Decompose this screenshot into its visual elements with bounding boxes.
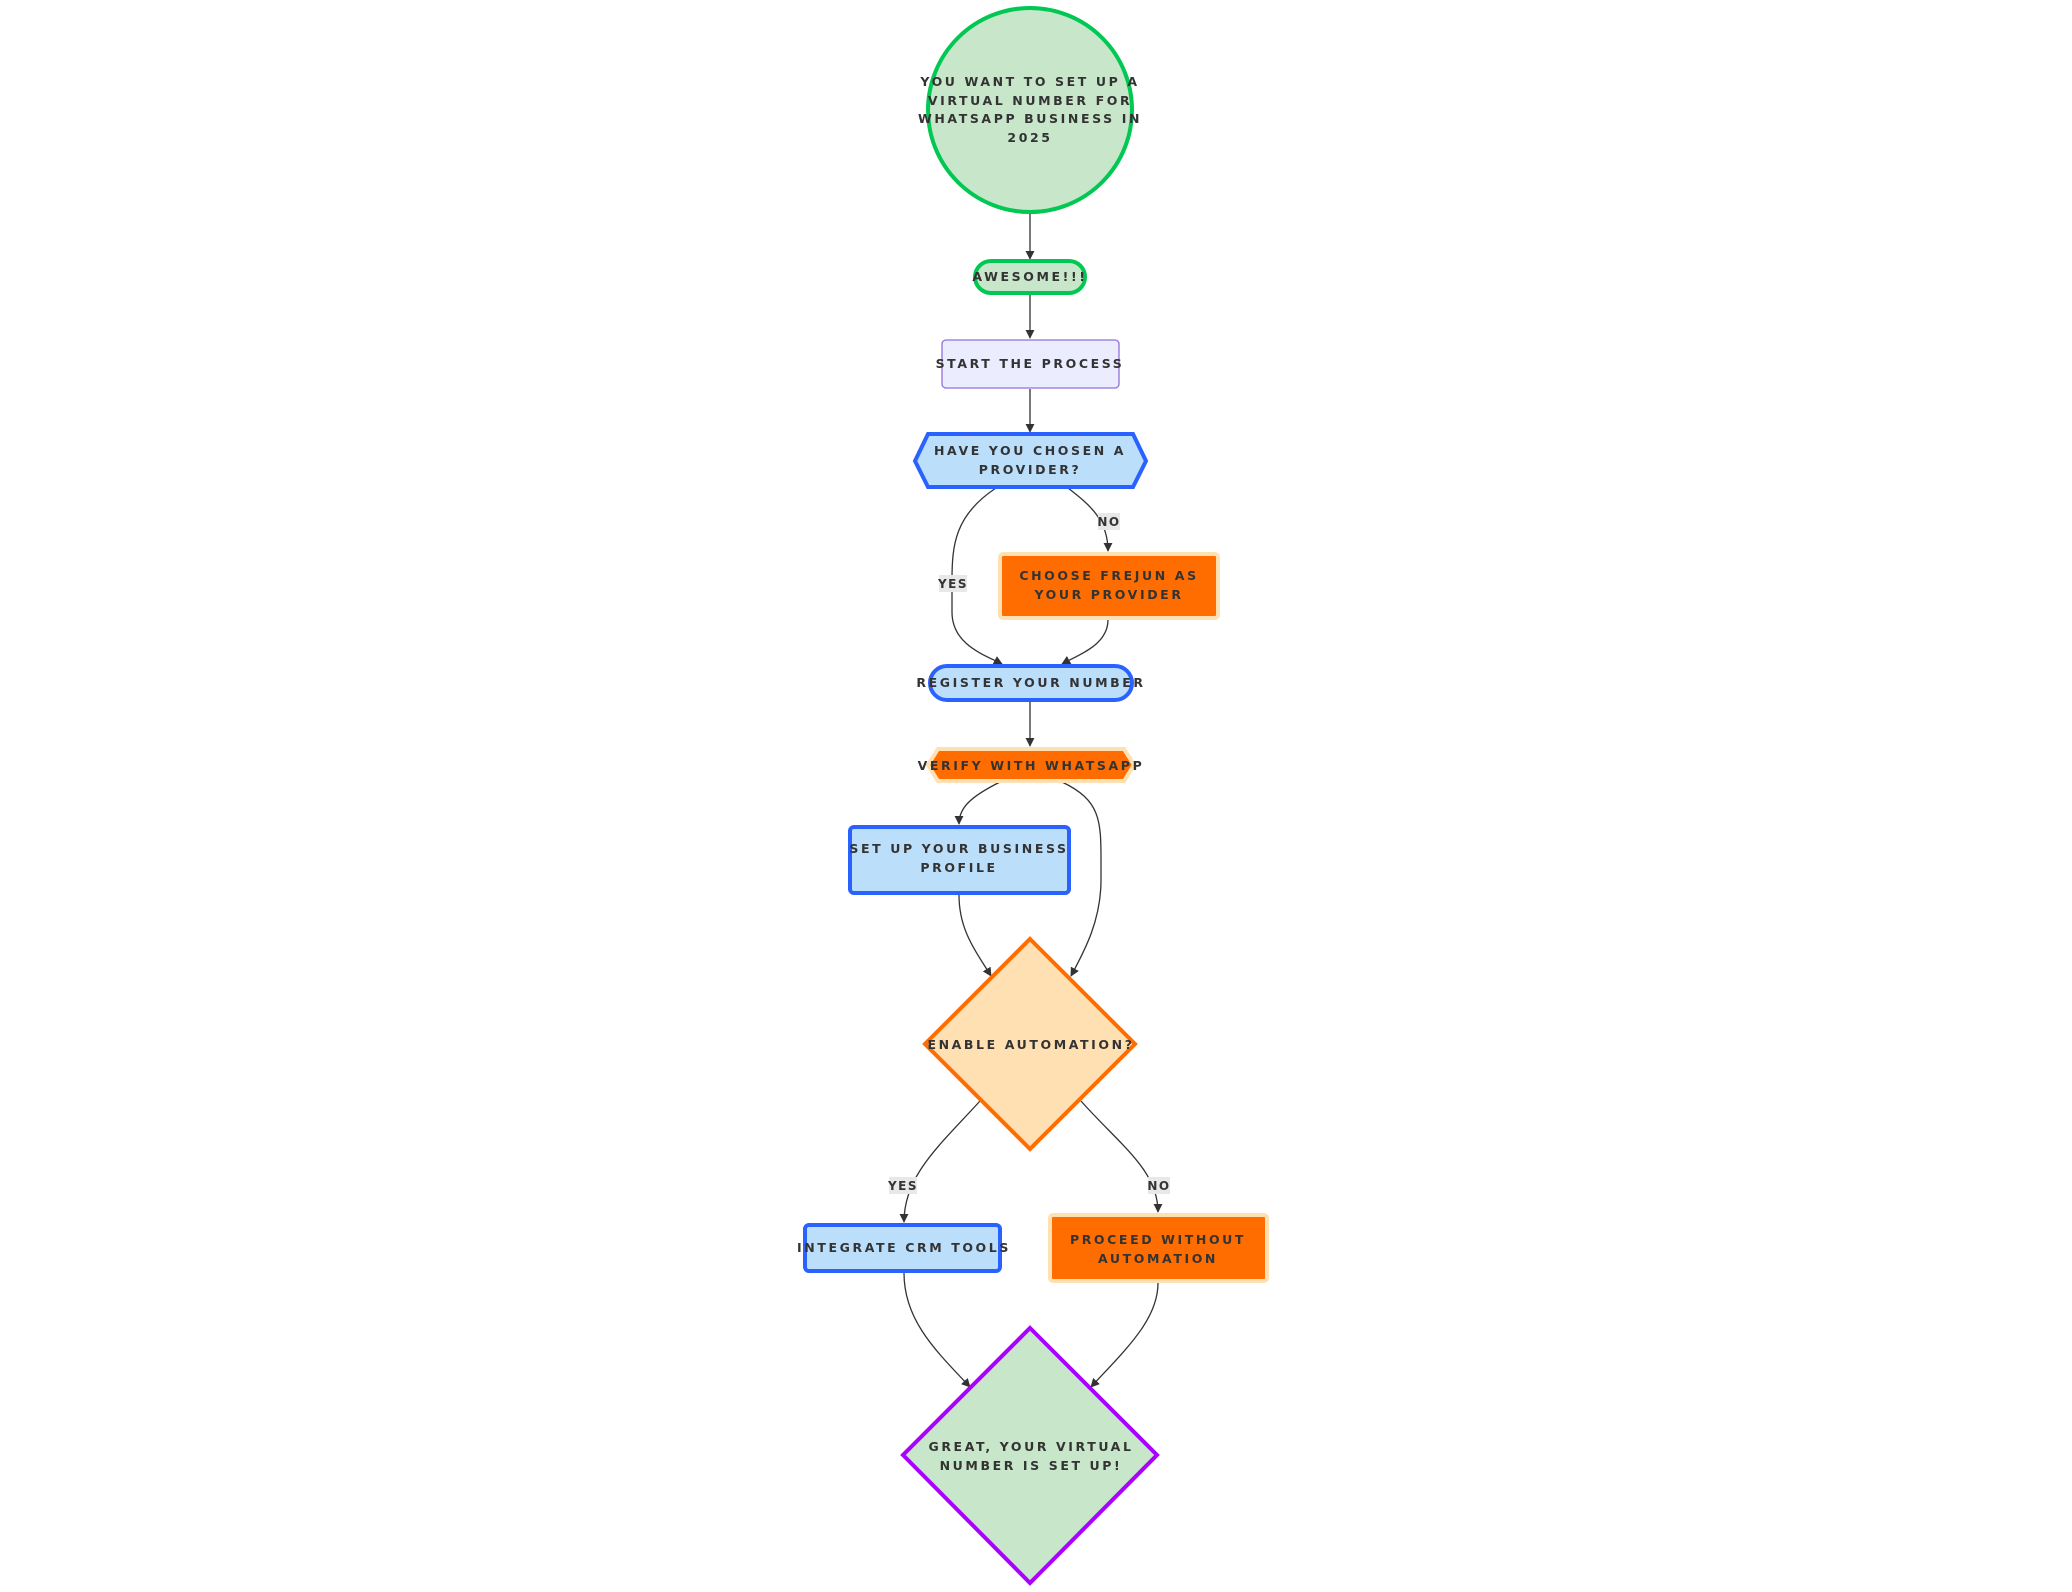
node-proceed-without: PROCEED WITHOUT AUTOMATION: [1048, 1213, 1269, 1283]
node-proceed-without-line-1: PROCEED WITHOUT: [1070, 1232, 1246, 1247]
node-awesome-label: AWESOME!!!: [972, 269, 1087, 284]
edge-label-text: YES: [887, 1179, 918, 1193]
edge-label-text: NO: [1097, 515, 1120, 529]
edges: [899, 214, 1163, 1388]
node-register: REGISTER YOUR NUMBER: [916, 664, 1145, 702]
node-awesome: AWESOME!!!: [972, 259, 1087, 295]
node-final-line-1: GREAT, YOUR VIRTUAL: [928, 1439, 1133, 1454]
node-choose-frejun-line-2: YOUR PROVIDER: [1033, 587, 1183, 602]
node-business-profile-line-2: PROFILE: [920, 860, 997, 875]
node-chosen-provider-line-1: HAVE YOU CHOSEN A: [934, 443, 1126, 458]
node-start-circle-line-4: 2025: [1007, 130, 1052, 145]
node-verify-label: VERIFY WITH WHATSAPP: [918, 758, 1145, 773]
node-choose-frejun: CHOOSE FREJUN AS YOUR PROVIDER: [998, 552, 1220, 620]
node-final-line-2: NUMBER IS SET UP!: [940, 1458, 1123, 1473]
node-integrate-crm: INTEGRATE CRM TOOLS: [797, 1223, 1011, 1273]
node-proceed-without-line-2: AUTOMATION: [1098, 1251, 1218, 1266]
edge-verify-to-business: [954, 781, 1001, 825]
edge-label-yes-provider: YES: [937, 575, 968, 592]
edge-enable-no-to-proceed: [1080, 1100, 1163, 1213]
node-register-label: REGISTER YOUR NUMBER: [916, 675, 1145, 690]
node-enable-automation: ENABLE AUTOMATION?: [922, 936, 1138, 1152]
edge-business-to-enable: [958, 894, 992, 977]
edge-label-text: NO: [1147, 1179, 1170, 1193]
edge-enable-yes-to-integrate: [899, 1100, 981, 1223]
node-final: GREAT, YOUR VIRTUAL NUMBER IS SET UP!: [900, 1325, 1160, 1586]
node-choose-frejun-line-1: CHOOSE FREJUN AS: [1019, 568, 1198, 583]
node-chosen-provider-line-2: PROVIDER?: [979, 462, 1082, 477]
node-verify: VERIFY WITH WHATSAPP: [918, 747, 1145, 783]
edge-label-yes-automation: YES: [887, 1177, 918, 1194]
node-start-circle-line-2: VIRTUAL NUMBER FOR: [928, 93, 1132, 108]
node-start-circle-line-3: WHATSAPP BUSINESS IN: [918, 111, 1142, 126]
edge-label-text: YES: [937, 577, 968, 591]
flowchart-canvas: YES NO YES NO YOU WANT TO SET UP A VIRTU…: [797, 6, 1269, 1586]
edge-integrate-to-final: [903, 1272, 971, 1388]
edge-label-no-automation: NO: [1147, 1177, 1170, 1194]
node-business-profile-line-1: SET UP YOUR BUSINESS: [849, 841, 1068, 856]
node-business-profile: SET UP YOUR BUSINESS PROFILE: [848, 825, 1071, 895]
edge-proceed-to-final: [1090, 1282, 1159, 1388]
node-chosen-provider: HAVE YOU CHOSEN A PROVIDER?: [912, 432, 1149, 489]
node-start-circle: YOU WANT TO SET UP A VIRTUAL NUMBER FOR …: [918, 6, 1142, 214]
node-integrate-crm-label: INTEGRATE CRM TOOLS: [797, 1240, 1011, 1255]
node-enable-automation-label: ENABLE AUTOMATION?: [927, 1037, 1134, 1052]
edge-frejun-to-register: [1061, 619, 1109, 665]
node-start-process-label: START THE PROCESS: [936, 356, 1125, 371]
node-start-process: START THE PROCESS: [936, 339, 1125, 389]
edge-label-no-provider: NO: [1097, 513, 1120, 530]
node-start-circle-line-1: YOU WANT TO SET UP A: [919, 74, 1139, 89]
